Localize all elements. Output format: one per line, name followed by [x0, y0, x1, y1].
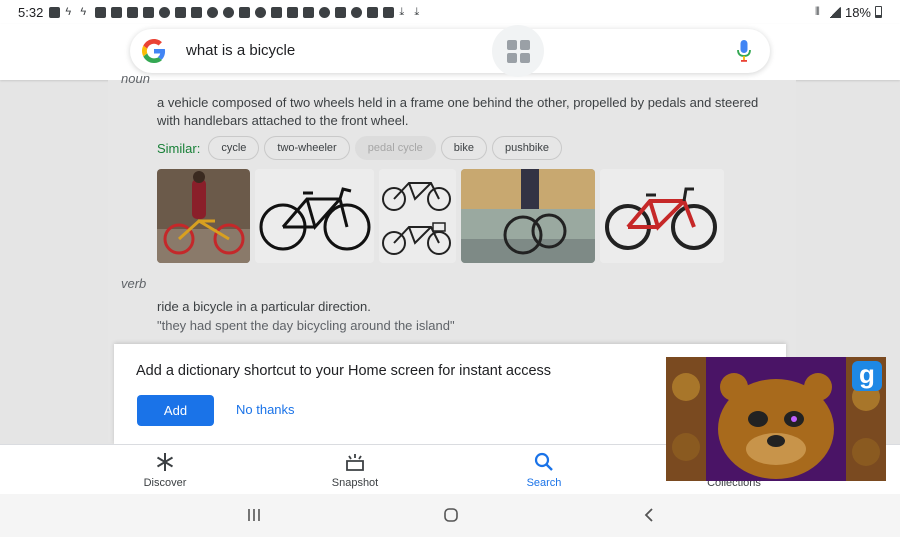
- asterisk-icon: [156, 453, 174, 471]
- similar-chip-bike[interactable]: bike: [440, 136, 487, 160]
- bicycle-image-person[interactable]: [157, 169, 250, 263]
- noun-definition: a vehicle composed of two wheels held in…: [157, 95, 759, 128]
- app-notification-icon: [111, 6, 123, 18]
- bicycle-image-road-bike[interactable]: [255, 169, 374, 263]
- picture-in-picture-video[interactable]: g: [666, 357, 886, 481]
- app-notification-icon: [239, 6, 251, 18]
- similar-chip-pushbike[interactable]: pushbike: [491, 136, 562, 160]
- wifi-notification-icon: [223, 6, 235, 18]
- no-thanks-button[interactable]: No thanks: [236, 402, 295, 417]
- signal-icon: [828, 6, 841, 18]
- gmod-logo-badge: g: [852, 361, 882, 391]
- similar-words: Similar: cycle two-wheeler pedal cycle b…: [157, 136, 562, 160]
- search-icon: [534, 452, 553, 471]
- battery-percent: 18%: [844, 4, 871, 20]
- bicycle-image-red-bike[interactable]: [600, 169, 724, 263]
- app-notification-icon: [143, 6, 155, 18]
- app-notification-icon: [351, 6, 363, 18]
- download-notification-icon: ⤓: [399, 5, 405, 18]
- video-notification-icon: [287, 6, 299, 18]
- grid-icon: [506, 39, 530, 63]
- part-of-speech-verb: verb: [121, 276, 147, 291]
- flash-notification-icon: ϟ: [80, 5, 87, 18]
- apps-grid-button[interactable]: [492, 25, 544, 77]
- nav-label-discover: Discover: [143, 477, 187, 489]
- search-query[interactable]: what is a bicycle: [186, 42, 295, 59]
- search-box[interactable]: what is a bicycle: [130, 25, 770, 77]
- android-navigation-bar: [0, 494, 900, 537]
- bag-notification-icon: [383, 6, 395, 18]
- similar-label: Similar:: [157, 140, 201, 156]
- image-notification-icon: [367, 6, 379, 18]
- app-notification-icon: [127, 6, 139, 18]
- system-status: ⦀ 18%: [815, 5, 882, 20]
- prompt-message: Add a dictionary shortcut to your Home s…: [136, 363, 552, 379]
- part-of-speech-noun: noun: [121, 71, 150, 86]
- back-icon[interactable]: [641, 507, 657, 523]
- similar-chip-two-wheeler[interactable]: two-wheeler: [264, 136, 350, 160]
- similar-chip-pedal-cycle[interactable]: pedal cycle: [354, 136, 436, 160]
- vibrate-icon: ⦀: [814, 5, 820, 18]
- flash-notification-icon: ϟ: [65, 5, 72, 18]
- home-icon[interactable]: [443, 507, 459, 523]
- globe-notification-icon: [207, 6, 219, 18]
- app-notification-icon: [271, 6, 283, 18]
- download-notification-icon: ⤓: [414, 5, 420, 18]
- wifi-notification-icon: [255, 6, 267, 18]
- recents-icon[interactable]: [246, 507, 262, 523]
- nav-discover[interactable]: Discover: [105, 451, 225, 489]
- tiktok-notification-icon: [159, 6, 171, 18]
- nav-snapshot[interactable]: Snapshot: [295, 451, 415, 489]
- nav-label-snapshot: Snapshot: [331, 477, 379, 489]
- google-logo-icon: [142, 39, 166, 63]
- status-time: 5:32: [18, 4, 44, 20]
- app-notification-icon: [191, 6, 203, 18]
- add-button[interactable]: Add: [137, 395, 214, 426]
- status-bar: 5:32 ϟ ϟ ⤓ ⤓ ⦀ 18%: [0, 0, 900, 24]
- bicycle-image-rider[interactable]: [461, 169, 595, 263]
- youtube-notification-icon: [49, 6, 61, 18]
- nav-search[interactable]: Search: [484, 451, 604, 489]
- verb-definition: ride a bicycle in a particular direction…: [157, 299, 371, 314]
- verb-example: "they had spent the day bicycling around…: [157, 318, 455, 333]
- similar-chip-cycle[interactable]: cycle: [208, 136, 260, 160]
- app-notification-icon: [95, 6, 107, 18]
- nav-label-search: Search: [526, 477, 562, 489]
- bicycle-image-city-bikes[interactable]: [379, 169, 456, 263]
- app-notification-icon: [319, 6, 331, 18]
- app-notification-icon: [303, 6, 315, 18]
- notification-icons: ϟ ϟ ⤓ ⤓: [49, 5, 424, 18]
- image-strip: [157, 169, 724, 263]
- message-notification-icon: [175, 6, 187, 18]
- battery-icon: [875, 6, 882, 18]
- microphone-icon[interactable]: [736, 40, 752, 62]
- camera-notification-icon: [335, 6, 347, 18]
- snapshot-icon: [346, 454, 364, 471]
